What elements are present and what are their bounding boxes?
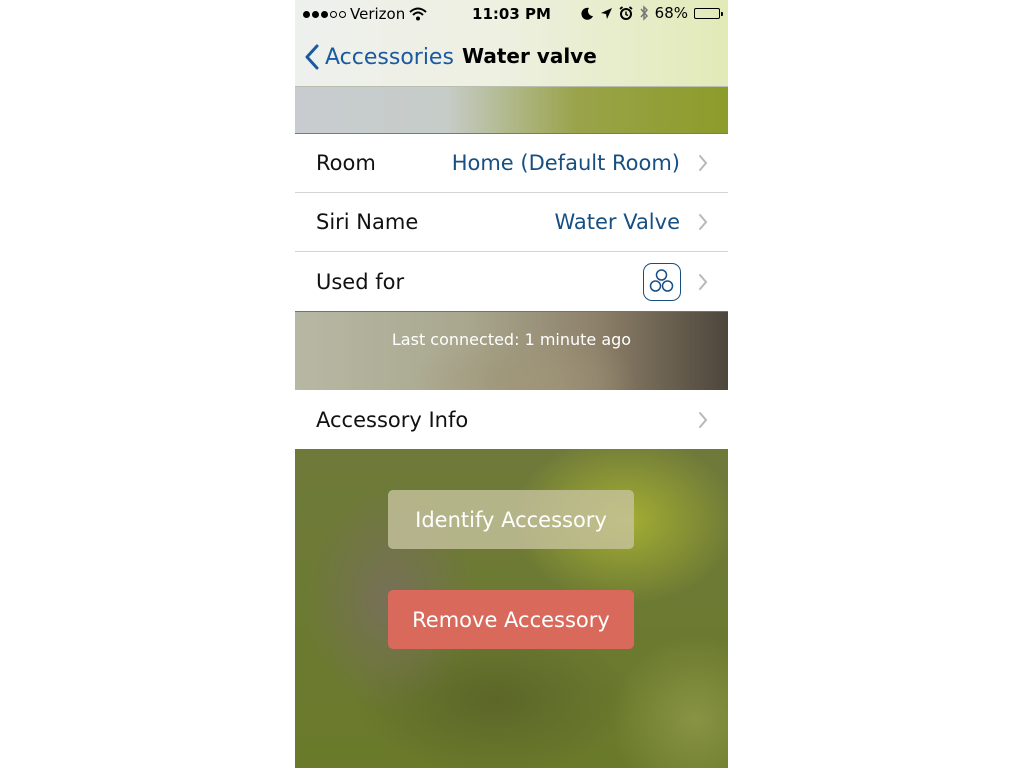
settings-group: Room Home (Default Room) Siri Name Water… [295,134,728,311]
remove-accessory-button[interactable]: Remove Accessory [388,590,634,649]
status-right: 68% [581,4,723,22]
signal-strength-icon [303,10,346,18]
siri-name-value: Water Valve [554,210,680,234]
used-for-row[interactable]: Used for [295,252,728,311]
chevron-left-icon [305,44,319,70]
accessory-info-row[interactable]: Accessory Info [295,390,728,449]
room-row[interactable]: Room Home (Default Room) [295,134,728,193]
nav-bar: Accessories Water valve [295,30,728,84]
battery-icon [694,7,723,19]
identify-accessory-button[interactable]: Identify Accessory [388,490,634,549]
moon-icon [581,7,593,20]
siri-name-label: Siri Name [316,210,419,234]
header-background [295,87,728,133]
location-arrow-icon [600,7,612,19]
last-connected-section: Last connected: 1 minute ago [295,312,728,390]
info-group: Accessory Info [295,390,728,449]
phone-screen: Verizon 11:03 PM 68% Accessories Water v… [295,0,728,768]
chevron-right-icon [699,411,708,428]
wifi-icon [409,7,427,21]
carrier-name: Verizon [350,5,406,23]
back-button[interactable]: Accessories [305,40,454,74]
room-label: Room [316,151,376,175]
accessory-info-label: Accessory Info [316,407,469,432]
room-value: Home (Default Room) [451,151,680,175]
last-connected-text: Last connected: 1 minute ago [391,330,632,349]
chevron-right-icon [699,273,708,290]
battery-percent: 68% [654,4,688,22]
siri-name-row[interactable]: Siri Name Water Valve [295,193,728,252]
status-left: Verizon [303,5,427,23]
status-bar: Verizon 11:03 PM 68% [295,0,728,28]
chevron-right-icon [699,214,708,230]
page-title: Water valve [462,44,597,68]
three-circles-icon [643,262,681,301]
used-for-label: Used for [316,269,405,294]
chevron-right-icon [699,155,708,171]
top-bar: Verizon 11:03 PM 68% Accessories Water v… [295,0,728,87]
back-button-label: Accessories [325,44,454,70]
bluetooth-icon [640,5,648,21]
alarm-icon [619,6,633,20]
